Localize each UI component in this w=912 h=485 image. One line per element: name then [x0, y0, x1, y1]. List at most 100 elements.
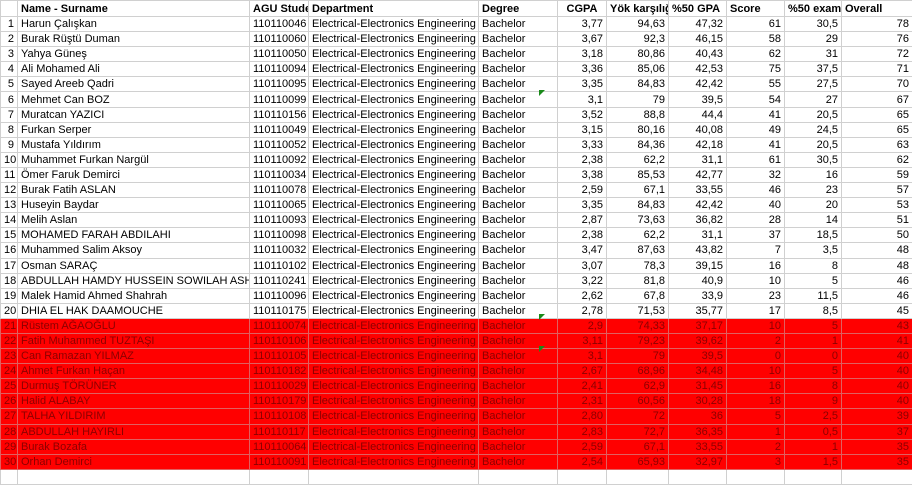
table-cell[interactable]: 16	[785, 167, 842, 182]
table-cell[interactable]: 110110098	[250, 228, 309, 243]
table-cell[interactable]: 3,33	[558, 137, 607, 152]
table-cell[interactable]: 68,96	[607, 364, 669, 379]
table-cell[interactable]: 72	[607, 409, 669, 424]
table-cell[interactable]: 110110074	[250, 318, 309, 333]
table-cell[interactable]: Electrical-Electronics Engineering	[309, 303, 479, 318]
table-cell[interactable]: TALHA YILDIRIM	[18, 409, 250, 424]
table-cell[interactable]: 1	[785, 333, 842, 348]
table-cell[interactable]: 110110060	[250, 32, 309, 47]
header-cell[interactable]: Degree	[479, 1, 558, 17]
table-cell[interactable]: Electrical-Electronics Engineering	[309, 333, 479, 348]
table-cell[interactable]: Bachelor	[479, 318, 558, 333]
table-cell[interactable]: 22	[1, 333, 18, 348]
table-cell[interactable]: Rüstem AĞAOĞLU	[18, 318, 250, 333]
table-cell[interactable]: 23	[785, 183, 842, 198]
table-cell[interactable]: 73,63	[607, 213, 669, 228]
table-cell[interactable]: Furkan Serper	[18, 122, 250, 137]
table-cell[interactable]: Fatih Muhammed TUZTAŞI	[18, 333, 250, 348]
table-cell[interactable]: Electrical-Electronics Engineering	[309, 167, 479, 182]
table-cell[interactable]: 58	[727, 32, 785, 47]
table-cell[interactable]: Bachelor	[479, 47, 558, 62]
table-cell[interactable]: 12	[1, 183, 18, 198]
table-cell[interactable]: 2,83	[558, 424, 607, 439]
table-cell[interactable]: Electrical-Electronics Engineering	[309, 349, 479, 364]
table-cell[interactable]: Bachelor	[479, 303, 558, 318]
table-cell[interactable]: 110110052	[250, 137, 309, 152]
table-cell[interactable]: Electrical-Electronics Engineering	[309, 107, 479, 122]
table-cell[interactable]: 110110106	[250, 333, 309, 348]
table-cell[interactable]: 11	[1, 167, 18, 182]
table-cell[interactable]: 2	[727, 333, 785, 348]
table-cell[interactable]: 16	[727, 379, 785, 394]
table-cell[interactable]: 41	[727, 137, 785, 152]
table-cell[interactable]: 20	[785, 198, 842, 213]
table-cell[interactable]: 53	[842, 198, 912, 213]
table-cell[interactable]: 3,35	[558, 198, 607, 213]
table-cell[interactable]: Electrical-Electronics Engineering	[309, 318, 479, 333]
table-cell[interactable]: 62,2	[607, 228, 669, 243]
table-cell[interactable]: 16	[1, 243, 18, 258]
table-cell[interactable]: 110110029	[250, 379, 309, 394]
table-cell[interactable]: 40,9	[669, 273, 727, 288]
table-cell[interactable]: 4	[1, 62, 18, 77]
table-cell[interactable]: 72,7	[607, 424, 669, 439]
table-cell[interactable]: 65	[842, 107, 912, 122]
table-cell[interactable]: 3,07	[558, 258, 607, 273]
table-cell[interactable]: 18	[727, 394, 785, 409]
table-cell[interactable]: 11,5	[785, 288, 842, 303]
table-cell[interactable]: 2,87	[558, 213, 607, 228]
table-cell[interactable]: Bachelor	[479, 77, 558, 92]
header-cell[interactable]: Score	[727, 1, 785, 17]
table-cell[interactable]: Bachelor	[479, 409, 558, 424]
table-cell[interactable]: 8	[785, 379, 842, 394]
table-cell[interactable]: 3,1	[558, 92, 607, 107]
table-cell[interactable]: 42,53	[669, 62, 727, 77]
table-cell[interactable]: 110110096	[250, 288, 309, 303]
table-cell[interactable]: 110110050	[250, 47, 309, 62]
table-cell[interactable]: 110110175	[250, 303, 309, 318]
table-cell[interactable]: 110110099	[250, 92, 309, 107]
table-cell[interactable]: 110110182	[250, 364, 309, 379]
table-cell[interactable]: Harun Çalışkan	[18, 17, 250, 32]
table-cell[interactable]: 60,56	[607, 394, 669, 409]
table-cell[interactable]: 79	[607, 349, 669, 364]
table-cell[interactable]: Bachelor	[479, 243, 558, 258]
table-cell[interactable]: Bachelor	[479, 454, 558, 469]
table-cell[interactable]: 70	[842, 77, 912, 92]
table-cell[interactable]: Bachelor	[479, 122, 558, 137]
table-cell[interactable]: 18	[1, 273, 18, 288]
table-cell[interactable]: 15	[1, 228, 18, 243]
table-cell[interactable]: 80,16	[607, 122, 669, 137]
table-cell[interactable]: 10	[727, 273, 785, 288]
table-cell[interactable]: 36,82	[669, 213, 727, 228]
table-cell[interactable]: 2,9	[558, 318, 607, 333]
table-cell[interactable]: 6	[1, 92, 18, 107]
table-cell[interactable]: 74,33	[607, 318, 669, 333]
table-cell[interactable]: 110110179	[250, 394, 309, 409]
table-cell[interactable]: Bachelor	[479, 394, 558, 409]
table-cell[interactable]: 19	[1, 288, 18, 303]
table-cell[interactable]: Ali Mohamed Ali	[18, 62, 250, 77]
table-cell[interactable]: 10	[727, 364, 785, 379]
header-cell[interactable]: Name - Surname	[18, 1, 250, 17]
table-cell[interactable]: 18,5	[785, 228, 842, 243]
table-cell[interactable]: 33,55	[669, 183, 727, 198]
table-cell[interactable]: 39,5	[669, 349, 727, 364]
table-cell[interactable]: 2,38	[558, 228, 607, 243]
table-cell[interactable]: 2,41	[558, 379, 607, 394]
table-cell[interactable]: Bachelor	[479, 17, 558, 32]
table-cell[interactable]: Bachelor	[479, 333, 558, 348]
table-cell[interactable]: 1	[785, 439, 842, 454]
table-cell[interactable]: 49	[727, 122, 785, 137]
table-cell[interactable]: Ahmet Furkan Haçan	[18, 364, 250, 379]
table-cell[interactable]: 17	[1, 258, 18, 273]
table-cell[interactable]: Muhammet Furkan Nargül	[18, 152, 250, 167]
table-cell[interactable]: 31,1	[669, 152, 727, 167]
table-cell[interactable]: 27	[785, 92, 842, 107]
table-cell[interactable]: 42,18	[669, 137, 727, 152]
table-cell[interactable]: 33,9	[669, 288, 727, 303]
table-cell[interactable]: Electrical-Electronics Engineering	[309, 379, 479, 394]
table-cell[interactable]: 2	[1, 32, 18, 47]
table-cell[interactable]: 61	[727, 17, 785, 32]
table-cell[interactable]: 41	[727, 107, 785, 122]
